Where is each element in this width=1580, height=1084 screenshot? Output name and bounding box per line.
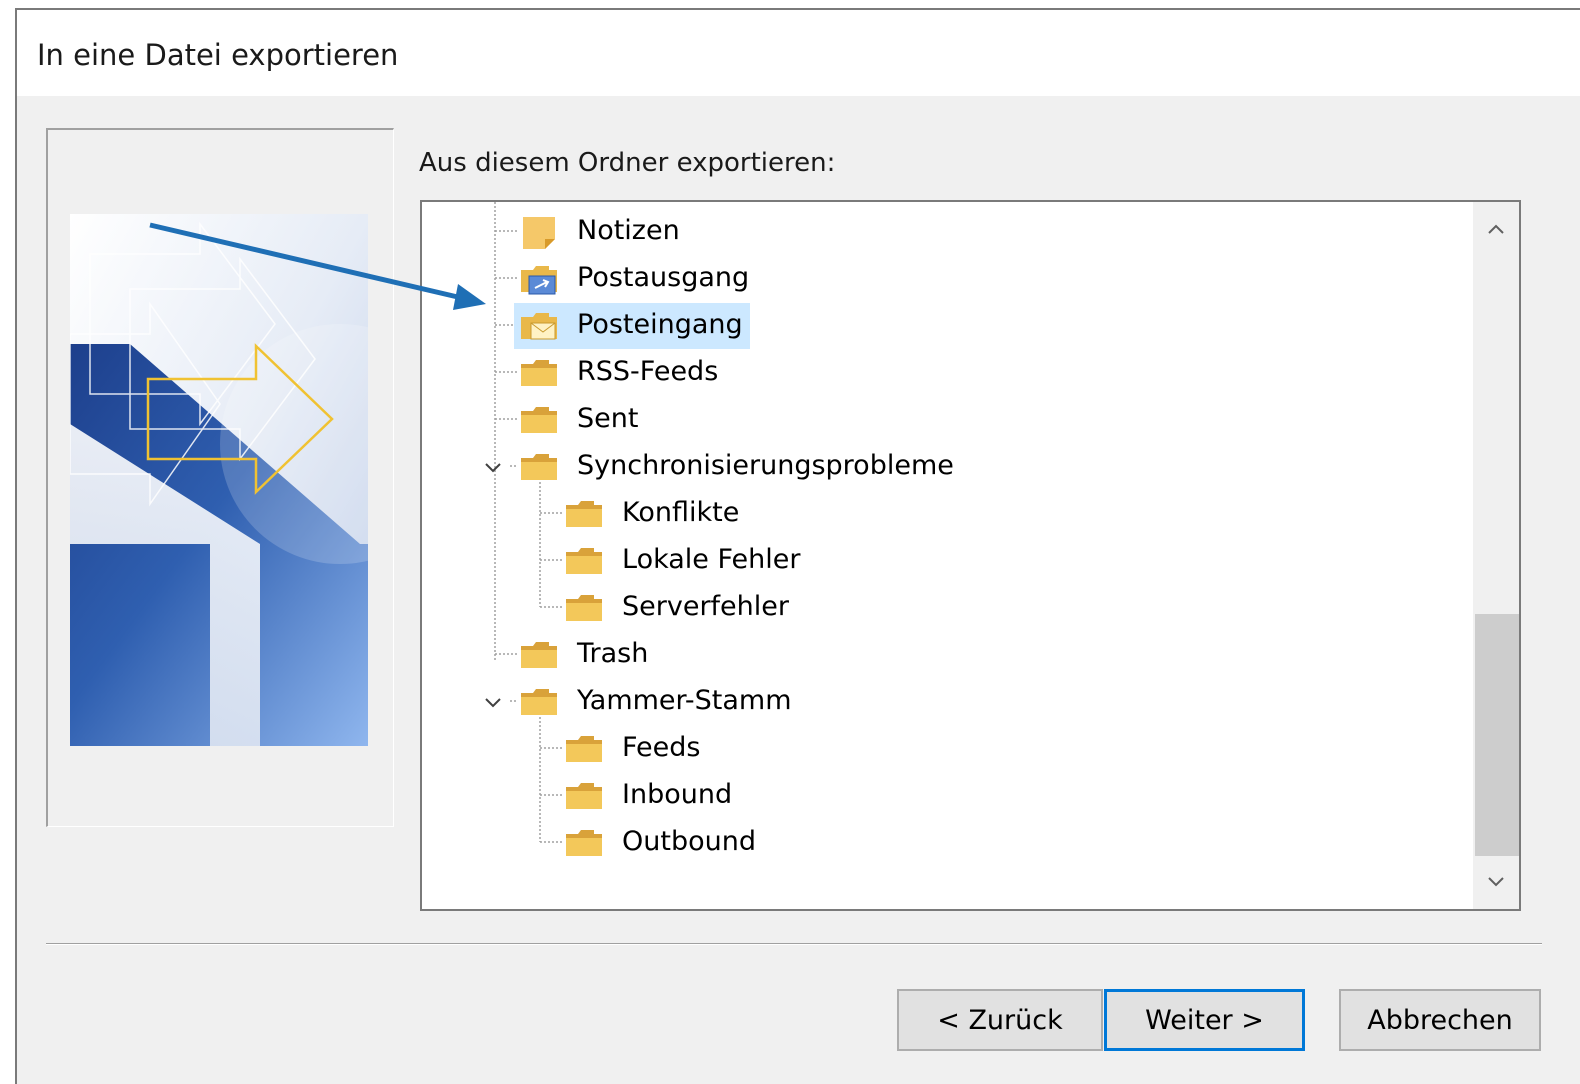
tree-item-label: Yammer-Stamm	[577, 685, 792, 716]
folder-icon	[566, 501, 602, 527]
notes-icon	[523, 217, 555, 249]
export-dialog: In eine Datei exportieren Aus diesem Ord…	[15, 8, 1580, 1084]
tree-caption: Aus diesem Ordner exportieren:	[419, 148, 836, 178]
tree-item-label: Feeds	[622, 732, 701, 763]
folder-icon	[521, 454, 557, 480]
vertical-scrollbar[interactable]	[1473, 202, 1519, 909]
tree-item-label: Outbound	[622, 826, 756, 857]
chevron-down-icon	[1488, 877, 1504, 887]
scroll-down-button[interactable]	[1473, 859, 1519, 905]
folder-icon	[566, 595, 602, 621]
inbox-folder-icon	[521, 313, 557, 340]
tree-item-label: Konflikte	[622, 497, 740, 528]
expand-toggle-synchronisierungsprobleme[interactable]	[482, 457, 504, 479]
folder-icon	[521, 407, 557, 433]
tree-item-label: Synchronisierungsprobleme	[577, 450, 954, 481]
chevron-up-icon	[1488, 224, 1504, 234]
wizard-illustration	[70, 214, 368, 746]
cancel-button[interactable]: Abbrechen	[1339, 989, 1541, 1051]
tree-item-label: Postausgang	[577, 262, 750, 293]
folder-icon	[566, 783, 602, 809]
folder-icon	[521, 642, 557, 668]
folder-icon	[566, 736, 602, 762]
tree-item-label: Posteingang	[577, 309, 743, 340]
scroll-up-button[interactable]	[1473, 206, 1519, 252]
next-button[interactable]: Weiter >	[1104, 989, 1305, 1051]
tree-item-label: Lokale Fehler	[622, 544, 801, 575]
tree-item-label: RSS-Feeds	[577, 356, 719, 387]
wizard-image-panel	[46, 128, 394, 827]
folder-icon	[521, 689, 557, 715]
tree-item-label: Serverfehler	[622, 591, 789, 622]
expand-toggle-yammer-stamm[interactable]	[482, 692, 504, 714]
tree-item-label: Inbound	[622, 779, 733, 810]
folder-icon	[566, 830, 602, 856]
chevron-down-icon	[485, 463, 501, 473]
folder-icon	[566, 548, 602, 574]
folder-icon	[521, 360, 557, 386]
tree-item-label: Notizen	[577, 215, 680, 246]
scroll-thumb[interactable]	[1475, 614, 1519, 856]
folder-tree[interactable]: Notizen Postausgang Posteingang RSS-Feed…	[420, 200, 1521, 911]
outbox-folder-icon	[521, 266, 557, 295]
back-button[interactable]: < Zurück	[897, 989, 1103, 1051]
chevron-down-icon	[485, 698, 501, 708]
dialog-title: In eine Datei exportieren	[37, 38, 399, 72]
title-bar: In eine Datei exportieren	[17, 10, 1580, 96]
tree-item-label: Sent	[577, 403, 639, 434]
tree-item-label: Trash	[577, 638, 649, 669]
separator-line	[46, 943, 1542, 945]
